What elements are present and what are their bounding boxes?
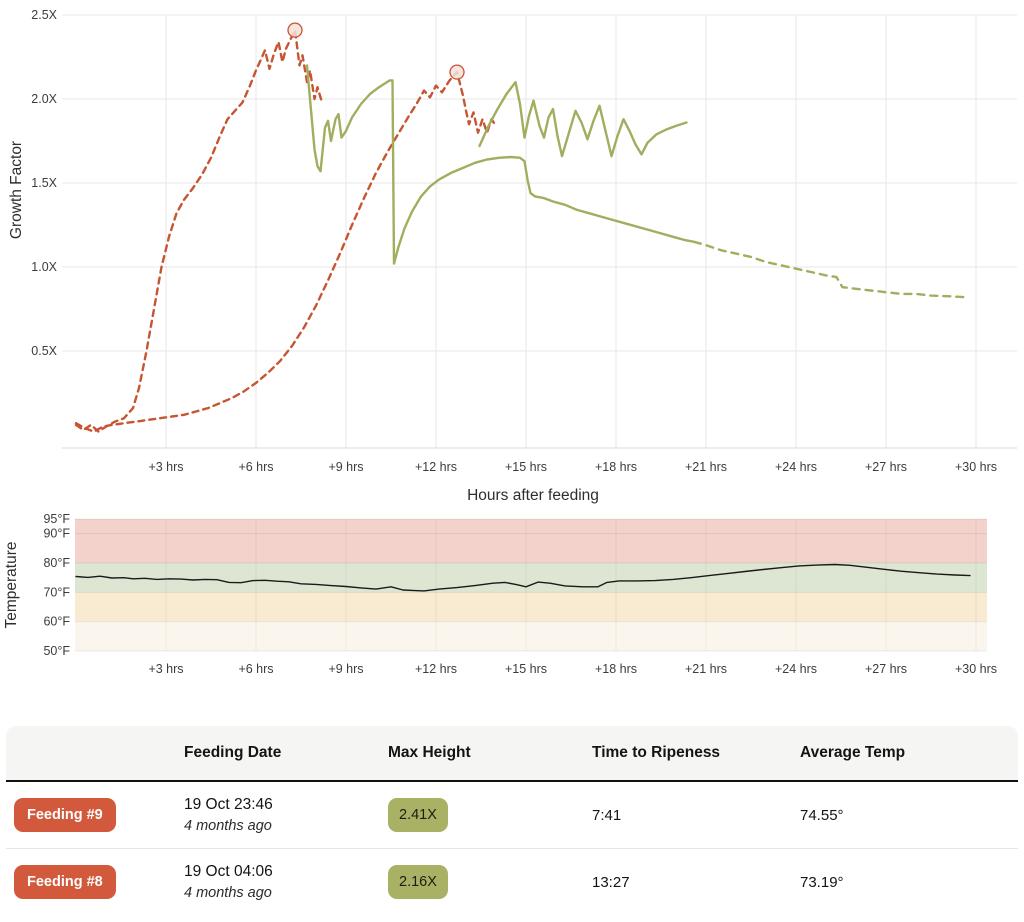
growth-x-tick: +24 hrs bbox=[775, 460, 817, 474]
temp-y-tick: 80°F bbox=[43, 556, 70, 570]
growth-x-tick: +18 hrs bbox=[595, 460, 637, 474]
temp-x-tick: +24 hrs bbox=[775, 662, 817, 676]
ripeness-peak-marker-2[interactable] bbox=[449, 64, 465, 80]
average-temp: 74.55° bbox=[800, 806, 844, 824]
temp-y-tick: 60°F bbox=[43, 615, 70, 629]
growth-chart-grid bbox=[62, 14, 1017, 449]
feeding-row: Feeding #9 19 Oct 23:46 4 months ago 2.41X 7… bbox=[6, 782, 1018, 848]
growth-chart-series bbox=[74, 28, 967, 433]
growth-x-tick: +3 hrs bbox=[148, 460, 183, 474]
series-feeding-9-rise bbox=[74, 28, 324, 433]
feeding-date-cell: 19 Oct 23:46 4 months ago bbox=[184, 796, 388, 834]
temp-band-50-60 bbox=[75, 621, 987, 651]
temp-y-tick: 50°F bbox=[43, 644, 70, 658]
growth-y-tick: 1.0X bbox=[31, 260, 57, 274]
time-to-ripeness: 7:41 bbox=[592, 806, 622, 824]
series-feeding-8-fall bbox=[478, 80, 688, 158]
time-to-ripeness: 13:27 bbox=[592, 873, 630, 891]
growth-x-tick: +21 hrs bbox=[685, 460, 727, 474]
growth-x-tick: +30 hrs bbox=[955, 460, 997, 474]
temp-x-tick: +21 hrs bbox=[685, 662, 727, 676]
column-header: Time to Ripeness bbox=[592, 744, 721, 761]
temp-x-tick: +12 hrs bbox=[415, 662, 457, 676]
feeding-date-relative: 4 months ago bbox=[184, 885, 272, 901]
average-temp: 73.19° bbox=[800, 873, 844, 891]
growth-y-tick: 1.5X bbox=[31, 176, 57, 190]
feeding-date-cell: 19 Oct 04:06 4 months ago bbox=[184, 863, 388, 901]
column-header: Feeding Date bbox=[184, 744, 282, 761]
growth-y-tick: 2.5X bbox=[31, 8, 57, 22]
feeding-date-relative: 4 months ago bbox=[184, 818, 272, 834]
feeding-badge[interactable]: Feeding #8 bbox=[14, 865, 116, 899]
temp-x-tick: +6 hrs bbox=[238, 662, 273, 676]
charts-panel: 2.5X 2.0X 1.5X 1.0X 0.5X +3 hrs +6 hrs +9 hrs +1… bbox=[0, 0, 1024, 706]
temp-y-tick: 70°F bbox=[43, 585, 70, 599]
temp-x-tick: +27 hrs bbox=[865, 662, 907, 676]
ripeness-peak-marker-1[interactable] bbox=[287, 22, 303, 38]
growth-x-tick: +12 hrs bbox=[415, 460, 457, 474]
growth-y-axis-title: Growth Factor bbox=[8, 141, 25, 239]
max-height-badge: 2.16X bbox=[388, 865, 448, 899]
growth-x-axis-title: Hours after feeding bbox=[467, 487, 599, 504]
series-feeding-9-late bbox=[692, 240, 967, 299]
feeding-row: Feeding #8 19 Oct 04:06 4 months ago 2.16X 1… bbox=[6, 848, 1018, 915]
charts-canvas: 2.5X 2.0X 1.5X 1.0X 0.5X +3 hrs +6 hrs +9 hrs +1… bbox=[3, 8, 1017, 676]
feeding-badge[interactable]: Feeding #9 bbox=[14, 798, 116, 832]
feeding-date: 19 Oct 23:46 bbox=[184, 796, 273, 813]
temp-y-tick: 90°F bbox=[43, 527, 70, 541]
growth-x-tick: +27 hrs bbox=[865, 460, 907, 474]
temp-band-60-70 bbox=[75, 592, 987, 622]
column-header: Average Temp bbox=[800, 744, 906, 761]
growth-y-tick: 0.5X bbox=[31, 344, 57, 358]
temp-x-tick: +3 hrs bbox=[148, 662, 183, 676]
series-feeding-9-fall bbox=[305, 64, 696, 265]
feeding-date: 19 Oct 04:06 bbox=[184, 863, 273, 880]
temp-y-tick: 95°F bbox=[43, 512, 70, 526]
growth-y-tick: 2.0X bbox=[31, 92, 57, 106]
column-header: Max Height bbox=[388, 744, 471, 761]
ripeness-peak-markers bbox=[287, 22, 465, 80]
growth-x-tick: +9 hrs bbox=[328, 460, 363, 474]
temperature-y-axis-title: Temperature bbox=[3, 541, 20, 628]
temp-x-tick: +15 hrs bbox=[505, 662, 547, 676]
temp-band-70-80 bbox=[75, 563, 987, 593]
temp-x-tick: +18 hrs bbox=[595, 662, 637, 676]
feedings-table: Feeding Date Max Height Time to Ripeness Av… bbox=[6, 726, 1018, 915]
series-feeding-8-rise bbox=[74, 70, 498, 433]
feedings-table-header: Feeding Date Max Height Time to Ripeness Av… bbox=[6, 726, 1018, 782]
growth-x-tick: +6 hrs bbox=[238, 460, 273, 474]
growth-chart-axis-labels: 2.5X 2.0X 1.5X 1.0X 0.5X +3 hrs +6 hrs +9 hrs +1… bbox=[31, 8, 997, 474]
max-height-badge: 2.41X bbox=[388, 798, 448, 832]
temp-band-80-95 bbox=[75, 519, 987, 564]
feedings-table-body: Feeding #9 19 Oct 23:46 4 months ago 2.41X 7… bbox=[6, 782, 1018, 915]
temp-x-tick: +30 hrs bbox=[955, 662, 997, 676]
growth-x-tick: +15 hrs bbox=[505, 460, 547, 474]
temp-x-tick: +9 hrs bbox=[328, 662, 363, 676]
